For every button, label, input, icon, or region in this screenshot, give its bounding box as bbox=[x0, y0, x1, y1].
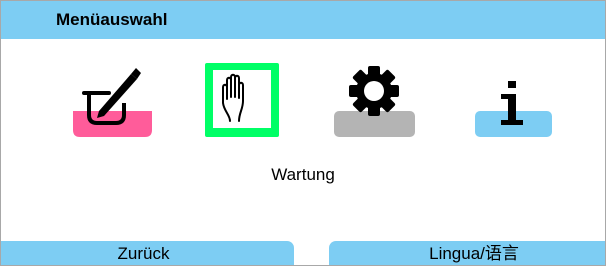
beaker-pen-icon bbox=[73, 68, 152, 137]
page-title: Menüauswahl bbox=[56, 10, 168, 29]
gear-icon bbox=[334, 66, 415, 137]
info-icon bbox=[475, 81, 552, 137]
menu-item-maintenance[interactable] bbox=[204, 63, 280, 139]
menu-item-information[interactable] bbox=[475, 81, 552, 139]
title-bar: Menüauswahl bbox=[1, 1, 605, 39]
menu-item-measurement[interactable] bbox=[73, 63, 153, 139]
language-softkey[interactable]: Lingua/语言 bbox=[329, 241, 605, 265]
menu-item-settings[interactable] bbox=[334, 63, 416, 139]
selected-menu-label: Wartung bbox=[271, 165, 335, 184]
hand-icon bbox=[205, 63, 279, 137]
back-softkey[interactable]: Zurück bbox=[1, 241, 294, 265]
menu-screen: Menüauswahl Wartung Zurück Lingua/语言 bbox=[0, 0, 606, 266]
